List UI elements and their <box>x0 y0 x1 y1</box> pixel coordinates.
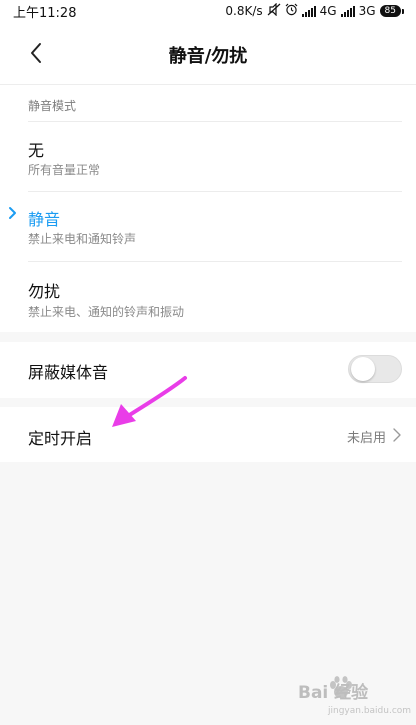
watermark: Bai 经验 jingyan.baidu.com <box>298 672 416 725</box>
option-title: 勿扰 <box>28 282 61 301</box>
option-silent[interactable]: 静音 禁止来电和通知铃声 <box>0 192 416 260</box>
silent-mode-section: 静音模式 无 所有音量正常 静音 禁止来电和通知铃声 勿扰 禁止来电、通知的铃声… <box>0 84 416 332</box>
watermark-url: jingyan.baidu.com <box>328 706 412 716</box>
watermark-text: Bai 经验 <box>298 683 369 703</box>
status-indicators: 0.8K/s 4G 3G 85 <box>225 2 404 19</box>
sim2-network-type: 3G <box>358 4 376 18</box>
sim1-network-type: 4G <box>319 4 337 18</box>
mute-media-label: 屏蔽媒体音 <box>28 363 109 382</box>
option-dnd[interactable]: 勿扰 禁止来电、通知的铃声和振动 <box>0 262 416 332</box>
option-subtitle: 禁止来电、通知的铃声和振动 <box>28 305 185 319</box>
chevron-right-icon <box>393 428 401 442</box>
schedule-row[interactable]: 定时开启 未启用 <box>0 407 416 462</box>
mute-media-row[interactable]: 屏蔽媒体音 <box>0 342 416 398</box>
option-title: 静音 <box>28 210 61 229</box>
schedule-label: 定时开启 <box>28 429 93 448</box>
section-label: 静音模式 <box>28 99 77 113</box>
toggle-knob <box>351 357 375 381</box>
mute-icon <box>267 2 281 19</box>
battery-level: 85 <box>379 5 401 17</box>
alarm-icon <box>285 3 298 19</box>
schedule-value: 未启用 <box>346 431 386 446</box>
status-time: 上午11:28 <box>13 5 77 21</box>
option-none[interactable]: 无 所有音量正常 <box>0 122 416 190</box>
option-subtitle: 所有音量正常 <box>28 163 101 177</box>
page-title: 静音/勿扰 <box>168 46 248 67</box>
status-bar: 上午11:28 0.8K/s 4G 3G 85 <box>0 0 416 22</box>
signal-icon-sim1 <box>301 5 316 17</box>
network-speed: 0.8K/s <box>225 4 263 18</box>
mute-media-toggle[interactable] <box>348 355 402 383</box>
battery-icon: 85 <box>379 5 404 17</box>
signal-icon-sim2 <box>340 5 355 17</box>
selected-chevron-icon <box>9 207 16 219</box>
option-title: 无 <box>28 141 45 160</box>
title-bar: 静音/勿扰 <box>0 22 416 84</box>
option-subtitle: 禁止来电和通知铃声 <box>28 232 137 246</box>
